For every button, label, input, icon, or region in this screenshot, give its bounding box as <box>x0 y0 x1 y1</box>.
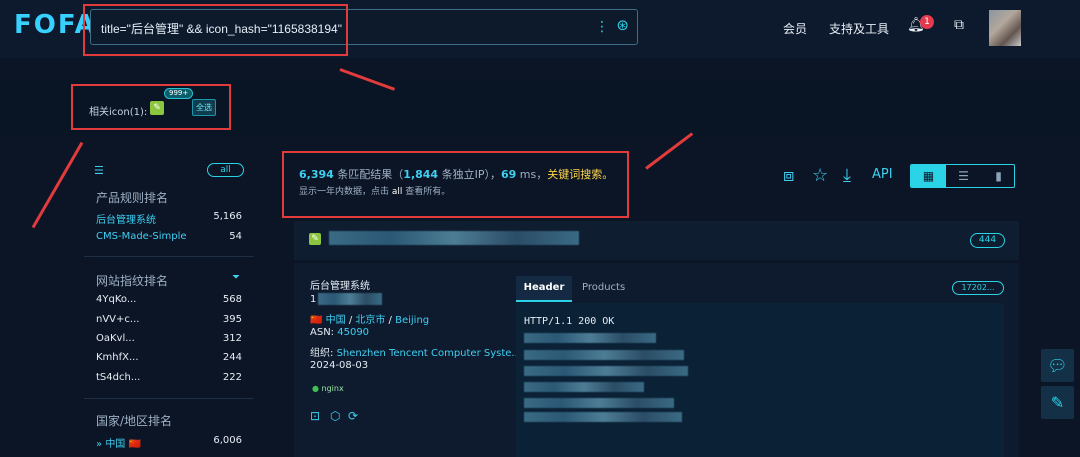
redacted-header-line <box>524 412 682 422</box>
http-status-line: HTTP/1.1 200 OK <box>524 316 615 327</box>
api-button[interactable]: API <box>872 167 893 182</box>
chart-view-icon[interactable]: ▮ <box>981 165 1014 187</box>
grid-stats-icon[interactable]: ⧈ <box>783 165 794 186</box>
cube-icon[interactable]: ⬡ <box>330 409 340 423</box>
language-icon[interactable]: ⧉ <box>954 17 964 33</box>
list-item[interactable]: CMS-Made-Simple 54 <box>96 231 242 242</box>
redacted-header-line <box>524 382 644 392</box>
country-rank-title: 国家/地区排名 <box>96 414 173 428</box>
show-all-link[interactable]: all <box>392 187 403 197</box>
divider <box>84 256 254 257</box>
product-rank-title: 产品规则排名 <box>96 191 169 205</box>
card-asn: ASN: 45090 <box>310 327 370 338</box>
nav-support-tools[interactable]: 支持及工具 <box>829 20 889 37</box>
server-tag[interactable]: ● nginx <box>312 384 344 393</box>
ip-pill[interactable]: 17202... <box>952 281 1004 295</box>
fingerprint-rank-title: 网站指纹排名 <box>96 274 169 288</box>
detail-tabs: Header Products <box>516 276 1004 302</box>
notification-count-badge: 1 <box>920 15 934 29</box>
avatar[interactable] <box>989 10 1021 46</box>
screenshot-icon[interactable]: ⊡ <box>310 409 320 423</box>
list-item[interactable]: 后台管理系统 5,166 <box>96 211 242 226</box>
card-date: 2024-08-03 <box>310 360 369 371</box>
list-item[interactable]: KmhfX... 244 <box>96 352 242 363</box>
redacted-header-line <box>524 350 684 360</box>
redacted-header-line <box>524 398 674 408</box>
all-toggle-button[interactable]: all <box>207 163 244 177</box>
card-title: 后台管理系统 <box>310 281 370 292</box>
keyword-search-link[interactable]: 关键词搜索。 <box>547 168 613 181</box>
grid-view-icon[interactable]: ▦ <box>911 165 946 187</box>
search-icon[interactable]: ⊛ <box>616 16 629 34</box>
annotation-arrow <box>31 141 84 229</box>
tab-header[interactable]: Header <box>516 276 572 302</box>
refresh-icon[interactable]: ⟳ <box>348 409 358 423</box>
redacted-header-line <box>524 333 656 343</box>
download-icon[interactable]: ⤓ <box>843 165 851 186</box>
annotation-box-search <box>83 4 348 56</box>
more-options-icon[interactable]: ⋮ <box>595 19 609 35</box>
list-item[interactable]: nVV+c... 395 <box>96 314 242 325</box>
annotation-arrow <box>645 132 694 170</box>
filter-settings-icon[interactable]: ☰ <box>94 164 104 177</box>
redacted-header-line <box>524 366 688 376</box>
nav-member[interactable]: 会员 <box>783 20 807 37</box>
card-ip[interactable]: 1 <box>310 294 316 305</box>
view-toggle[interactable]: ▦ ☰ ▮ <box>910 164 1015 188</box>
flag-icon: 🇨🇳 <box>128 439 141 450</box>
edit-icon[interactable]: ✎ <box>1041 386 1074 419</box>
tab-products[interactable]: Products <box>582 276 625 302</box>
filter-icon[interactable]: ⏷ <box>232 272 240 283</box>
list-view-icon[interactable]: ☰ <box>946 165 981 187</box>
expand-chevron-icon[interactable]: » <box>96 439 102 450</box>
list-item[interactable]: OaKvl... 312 <box>96 333 242 344</box>
nginx-icon: ● <box>312 384 319 393</box>
site-favicon-icon: ✎ <box>309 233 321 245</box>
card-location: 🇨🇳 中国 / 北京市 / Beijing <box>310 315 430 326</box>
list-item[interactable]: 4YqKo... 568 <box>96 294 242 305</box>
divider <box>84 398 254 399</box>
redacted-ip <box>318 293 382 305</box>
wechat-icon[interactable]: 💬︎ <box>1041 349 1074 382</box>
result-note: 显示一年内数据，点击 all 查看所有。 <box>299 187 451 197</box>
cert-count-pill[interactable]: 444 <box>970 233 1005 248</box>
list-item[interactable]: tS4dch... 222 <box>96 372 242 383</box>
annotation-box-icon <box>71 84 231 130</box>
result-summary: 6,394 条匹配结果（1,844 条独立IP），69 ms，关键词搜索。 <box>299 168 614 181</box>
flag-icon: 🇨🇳 <box>310 315 323 326</box>
card-org: 组织: Shenzhen Tencent Computer Syste... <box>310 348 521 359</box>
redacted-host[interactable] <box>329 231 579 245</box>
star-icon[interactable]: ☆ <box>812 165 828 186</box>
list-item[interactable]: » 中国 🇨🇳 6,006 <box>96 435 242 450</box>
